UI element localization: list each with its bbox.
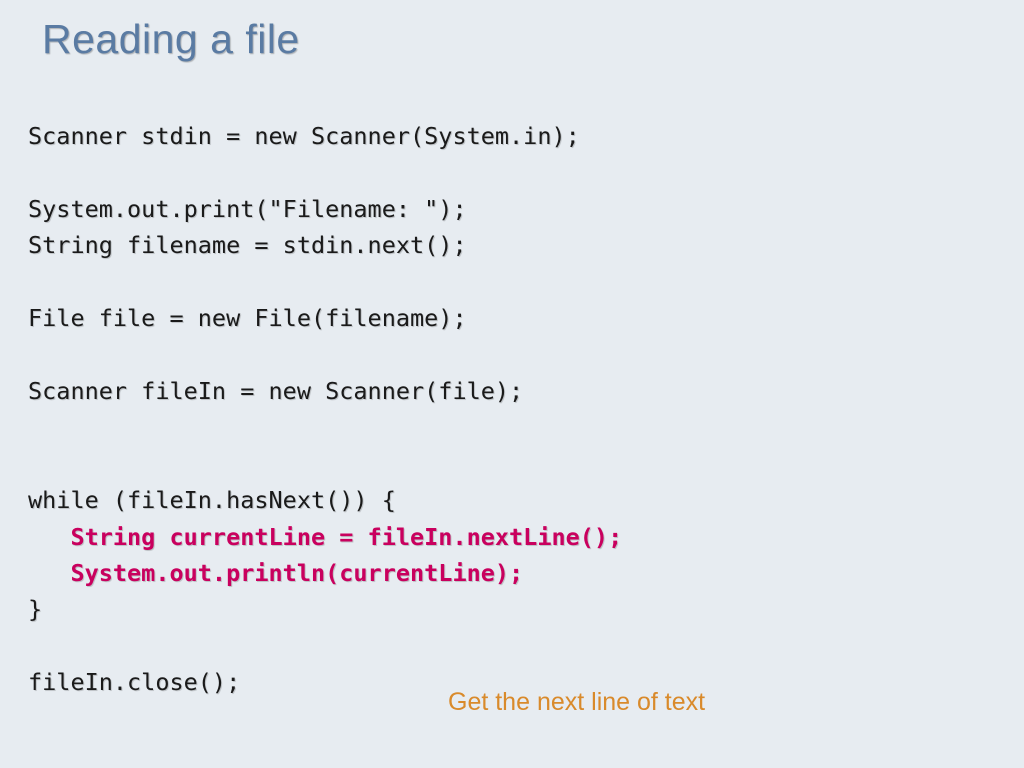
annotation-text: Get the next line of text (448, 688, 705, 717)
slide-title: Reading a file (42, 16, 300, 63)
code-line-highlight: System.out.println(currentLine); (28, 559, 523, 587)
code-line: fileIn.close(); (28, 668, 240, 696)
code-line: System.out.print("Filename: "); (28, 195, 467, 223)
code-line: while (fileIn.hasNext()) { (28, 486, 396, 514)
code-line: } (28, 595, 42, 623)
code-line-highlight: String currentLine = fileIn.nextLine(); (28, 523, 622, 551)
code-line: Scanner stdin = new Scanner(System.in); (28, 122, 580, 150)
code-block: Scanner stdin = new Scanner(System.in); … (28, 118, 622, 701)
code-line: Scanner fileIn = new Scanner(file); (28, 377, 523, 405)
code-line: String filename = stdin.next(); (28, 231, 467, 259)
code-line: File file = new File(filename); (28, 304, 467, 332)
